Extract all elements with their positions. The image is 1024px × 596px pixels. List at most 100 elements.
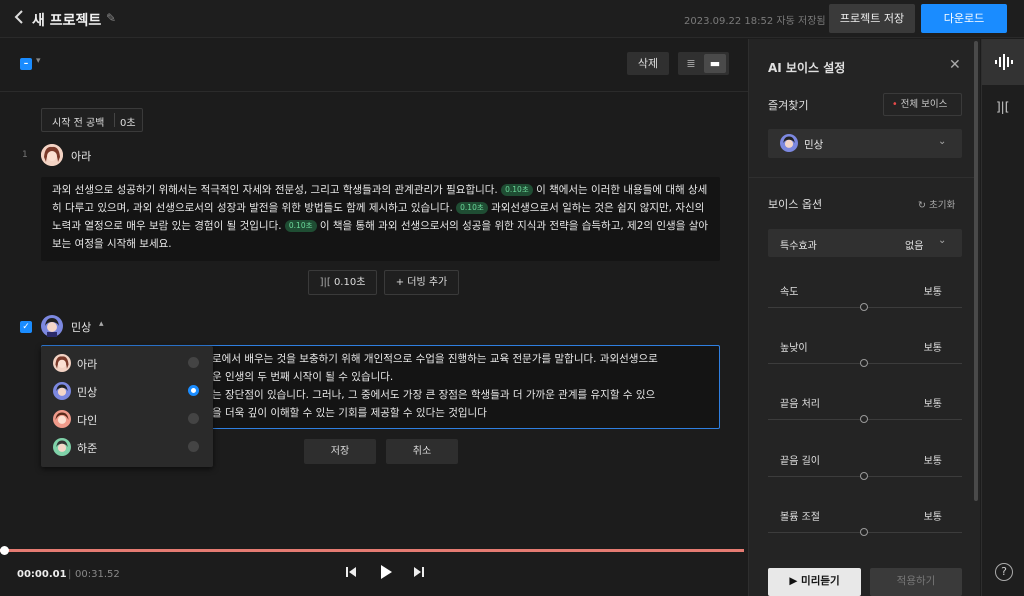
slider-handle[interactable] bbox=[860, 303, 868, 311]
text-line: 는 장단점이 있습니다. 그러나, 그 중에서도 가장 큰 장점은 학생들과 더… bbox=[212, 389, 656, 401]
divider bbox=[749, 177, 974, 178]
slider-handle[interactable] bbox=[860, 415, 868, 423]
insert-pause-button[interactable]: ]|[ 0.10초 bbox=[308, 270, 377, 295]
pause-chip-label: 0.10초 bbox=[333, 277, 366, 288]
slider-handle[interactable] bbox=[860, 528, 868, 536]
all-voices-label: 전체 보이스 bbox=[900, 99, 948, 110]
play-icon[interactable] bbox=[378, 563, 394, 584]
pause-pill[interactable]: 0.10초 bbox=[456, 202, 488, 214]
current-time: 00:00.01 bbox=[17, 569, 67, 580]
reset-label: 초기화 bbox=[929, 200, 956, 211]
speaker-option-minsang[interactable]: 민상 bbox=[41, 377, 213, 405]
effect-value: 없음 bbox=[905, 241, 924, 252]
download-button[interactable]: 다운로드 bbox=[921, 4, 1007, 33]
all-voices-button[interactable]: • 전체 보이스 bbox=[883, 93, 962, 116]
chevron-left-icon[interactable] bbox=[14, 9, 28, 27]
radio-selected[interactable] bbox=[188, 385, 199, 396]
voice-options-label: 보이스 옵션 bbox=[768, 198, 823, 211]
effect-label: 특수효과 bbox=[780, 241, 817, 252]
option-label: 끝음 길이 bbox=[780, 456, 820, 467]
special-effect-select[interactable]: 특수효과 없음 ⌄ bbox=[768, 229, 962, 257]
speaker-option-dain[interactable]: 다인 bbox=[41, 405, 213, 433]
caret-down-icon[interactable]: ▾ bbox=[36, 56, 41, 66]
play-icon: ▶ bbox=[789, 575, 798, 587]
autosave-status: 2023.09.22 18:52 자동 저장됨 bbox=[684, 16, 826, 27]
preview-label: 미리듣기 bbox=[801, 575, 840, 587]
total-time: 00:31.52 bbox=[75, 569, 120, 580]
voice-select[interactable]: 민상 ⌄ bbox=[768, 129, 962, 158]
line-checkbox[interactable]: ✓ bbox=[20, 321, 32, 333]
radio[interactable] bbox=[188, 441, 199, 452]
silence-value: 0초 bbox=[120, 118, 136, 129]
select-all-checkbox[interactable]: – bbox=[20, 58, 32, 70]
option-label: 속도 bbox=[780, 287, 799, 298]
block-view-icon[interactable]: ▬ bbox=[704, 54, 726, 73]
speaker-name[interactable]: 아라 bbox=[71, 148, 91, 164]
pencil-icon[interactable]: ✎ bbox=[106, 11, 116, 25]
speaker-name[interactable]: 민상 bbox=[71, 319, 91, 335]
add-dubbing-button[interactable]: + 더빙 추가 bbox=[384, 270, 459, 295]
panel-title: AI 보이스 설정 bbox=[768, 61, 846, 75]
apply-button[interactable]: 적용하기 bbox=[870, 568, 962, 596]
text-line: 로에서 배우는 것을 보충하기 위해 개인적으로 수업을 진행하는 교육 전문가… bbox=[212, 353, 658, 365]
skip-forward-icon[interactable] bbox=[412, 565, 426, 582]
silence-before-start[interactable]: 시작 전 공백 0초 bbox=[41, 108, 143, 132]
ai-voice-settings-panel: AI 보이스 설정 ✕ 즐겨찾기 • 전체 보이스 민상 ⌄ 보이스 옵션 ↻ … bbox=[748, 39, 980, 596]
slider-handle[interactable] bbox=[860, 359, 868, 367]
top-bar: 새 프로젝트 ✎ 2023.09.22 18:52 자동 저장됨 프로젝트 저장… bbox=[0, 0, 1024, 38]
speaker-option-label: 다인 bbox=[77, 414, 98, 427]
speaker-dropdown: 아라 민상 다인 하준 bbox=[41, 346, 213, 467]
radio[interactable] bbox=[188, 413, 199, 424]
speaker-option-label: 민상 bbox=[77, 386, 98, 399]
pause-pill[interactable]: 0.10초 bbox=[284, 220, 317, 232]
avatar-minsang bbox=[41, 315, 63, 337]
speaker-option-hajun[interactable]: 하준 bbox=[41, 433, 213, 461]
option-value: 보통 bbox=[923, 399, 942, 410]
option-label: 높낮이 bbox=[780, 343, 808, 354]
avatar-ara bbox=[41, 144, 63, 166]
pause-insert-icon[interactable]: ]|[ bbox=[996, 100, 1009, 114]
speaker-option-ara[interactable]: 아라 bbox=[41, 349, 213, 377]
script-text-block[interactable]: 과외 선생으로 성공하기 위해서는 적극적인 자세와 전문성, 그리고 학생들과… bbox=[41, 177, 720, 261]
dot-icon: • bbox=[892, 99, 898, 110]
divider bbox=[114, 113, 115, 127]
delete-button[interactable]: 삭제 bbox=[627, 52, 669, 75]
voice-settings-tab[interactable] bbox=[982, 39, 1024, 85]
help-icon[interactable]: ? bbox=[995, 563, 1013, 581]
save-button[interactable]: 저장 bbox=[304, 439, 376, 464]
project-title[interactable]: 새 프로젝트 bbox=[32, 10, 101, 30]
favorites-label: 즐겨찾기 bbox=[768, 99, 809, 112]
progress-track[interactable] bbox=[0, 549, 744, 552]
save-project-button[interactable]: 프로젝트 저장 bbox=[829, 4, 915, 33]
option-value: 보통 bbox=[923, 512, 942, 523]
cancel-button[interactable]: 취소 bbox=[386, 439, 458, 464]
close-icon[interactable]: ✕ bbox=[949, 57, 961, 73]
pause-pill[interactable]: 0.10초 bbox=[501, 184, 533, 196]
option-label: 볼륨 조절 bbox=[780, 512, 820, 523]
player-bar: 00:00.01 | 00:31.52 bbox=[0, 545, 748, 596]
silence-label: 시작 전 공백 bbox=[52, 118, 105, 129]
radio[interactable] bbox=[188, 357, 199, 368]
list-view-icon[interactable]: ≣ bbox=[680, 54, 702, 73]
refresh-icon: ↻ bbox=[918, 200, 926, 211]
skip-back-icon[interactable] bbox=[344, 565, 358, 582]
progress-handle[interactable] bbox=[0, 546, 9, 555]
view-toggle: ≣ ▬ bbox=[678, 52, 729, 75]
caret-up-icon[interactable]: ▴ bbox=[99, 319, 104, 329]
slider-handle[interactable] bbox=[860, 472, 868, 480]
pause-icon: ]|[ bbox=[319, 277, 331, 288]
option-value: 보통 bbox=[923, 343, 942, 354]
option-value: 보통 bbox=[923, 456, 942, 467]
text-line: 을 더욱 깊이 이해할 수 있는 기회를 제공할 수 있다는 것입니다 bbox=[212, 407, 487, 419]
preview-button[interactable]: ▶ 미리듣기 bbox=[768, 568, 861, 596]
option-value: 보통 bbox=[923, 287, 942, 298]
divider bbox=[0, 91, 748, 92]
scrollbar[interactable] bbox=[974, 41, 978, 501]
speaker-option-label: 하준 bbox=[77, 442, 98, 455]
script-editor: – ▾ 삭제 ≣ ▬ 시작 전 공백 0초 1 아라 과외 선생으로 성공하기 … bbox=[0, 39, 748, 545]
voice-name: 민상 bbox=[804, 139, 824, 151]
text-line: 운 인생의 두 번째 시작이 될 수 있습니다. bbox=[212, 371, 394, 383]
reset-button[interactable]: ↻ 초기화 bbox=[918, 197, 955, 211]
sentence: 과외 선생으로 성공하기 위해서는 적극적인 자세와 전문성, 그리고 학생들과… bbox=[52, 184, 498, 196]
chevron-down-icon: ⌄ bbox=[938, 136, 947, 147]
